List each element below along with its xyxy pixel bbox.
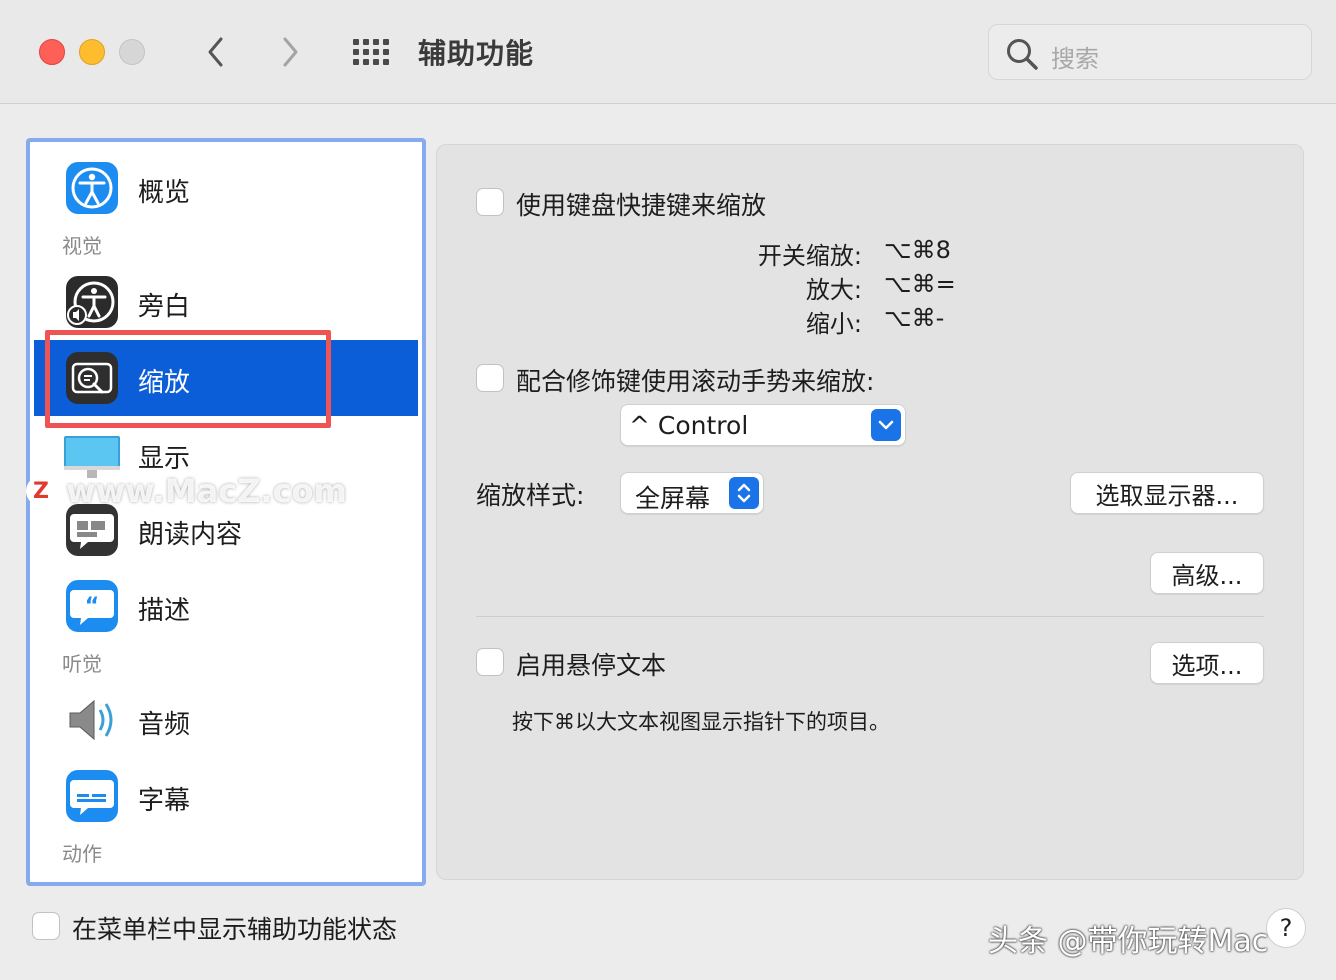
scroll-gesture-checkbox[interactable] xyxy=(476,364,504,392)
sidebar-item-label: 概览 xyxy=(138,178,191,208)
show-all-grid-icon[interactable] xyxy=(350,36,390,68)
divider xyxy=(476,616,1264,617)
speech-bubble-icon xyxy=(66,504,118,556)
minimize-window-button[interactable] xyxy=(79,39,105,65)
menubar-status-label: 在菜单栏中显示辅助功能状态 xyxy=(72,915,398,944)
search-icon xyxy=(1007,39,1038,70)
sidebar-item-zoom[interactable]: 缩放 xyxy=(34,340,418,416)
section-hearing: 听觉 xyxy=(62,652,102,676)
hover-options-button[interactable]: 选项... xyxy=(1150,642,1264,684)
sidebar-item-label: 音频 xyxy=(138,710,191,740)
shortcut-toggle-keys: ⌥⌘8 xyxy=(884,236,951,264)
help-button[interactable]: ? xyxy=(1266,908,1306,948)
back-button[interactable] xyxy=(196,30,236,74)
forward-button[interactable] xyxy=(270,30,310,74)
sidebar-item-captions[interactable]: 字幕 xyxy=(34,758,418,834)
zoom-icon xyxy=(66,352,118,404)
section-motor: 动作 xyxy=(62,842,102,866)
shortcut-zoom-out-label: 缩小: xyxy=(805,310,862,338)
scroll-gesture-label: 配合修饰键使用滚动手势来缩放: xyxy=(516,367,875,396)
sidebar-item-label: 缩放 xyxy=(138,368,191,398)
close-window-button[interactable] xyxy=(39,39,65,65)
zoom-window-button[interactable] xyxy=(119,39,145,65)
voiceover-icon xyxy=(66,276,118,328)
zoom-style-label: 缩放样式: xyxy=(476,481,585,510)
title-bar: 辅助功能 搜索 xyxy=(0,0,1336,104)
menubar-status-checkbox[interactable] xyxy=(32,912,60,940)
accessibility-icon xyxy=(66,162,118,214)
speaker-icon xyxy=(69,699,113,741)
sidebar-item-overview[interactable]: 概览 xyxy=(34,150,418,226)
advanced-button[interactable]: 高级... xyxy=(1150,552,1264,594)
credit-watermark: 头条 @带你玩转Mac xyxy=(988,924,1269,959)
choose-display-button[interactable]: 选取显示器... xyxy=(1070,472,1264,514)
sidebar[interactable]: 概览 视觉 旁白 缩放 显示 朗读内容 “ 描述 听觉 音频 字幕 动作 xyxy=(26,138,426,886)
sidebar-item-label: 描述 xyxy=(138,596,191,626)
watermark-text: www.MacZ.com xyxy=(66,472,347,510)
shortcut-toggle-label: 开关缩放: xyxy=(757,242,862,270)
svg-text:“: “ xyxy=(85,594,99,619)
quote-bubble-icon: “ xyxy=(66,580,118,632)
captions-icon xyxy=(66,770,118,822)
sidebar-item-label: 朗读内容 xyxy=(138,520,243,550)
sidebar-item-label: 旁白 xyxy=(138,292,191,322)
sidebar-item-audio[interactable]: 音频 xyxy=(34,682,418,758)
zoom-style-select[interactable]: 全屏幕 xyxy=(620,472,764,514)
modifier-key-select[interactable]: ^ Control xyxy=(620,404,906,446)
window-title: 辅助功能 xyxy=(418,37,535,70)
section-vision: 视觉 xyxy=(62,234,102,258)
zoom-style-value: 全屏幕 xyxy=(635,484,711,513)
shortcut-zoom-in-label: 放大: xyxy=(805,276,862,304)
sidebar-item-voiceover[interactable]: 旁白 xyxy=(34,264,418,340)
up-down-arrows-icon xyxy=(729,477,759,509)
hover-text-checkbox[interactable] xyxy=(476,648,504,676)
hover-text-hint: 按下⌘以大文本视图显示指针下的项目。 xyxy=(512,710,890,734)
shortcut-zoom-in-keys: ⌥⌘= xyxy=(884,270,956,298)
search-placeholder: 搜索 xyxy=(1051,45,1099,73)
keyboard-shortcuts-checkbox[interactable] xyxy=(476,188,504,216)
shortcut-zoom-out-keys: ⌥⌘- xyxy=(884,304,945,332)
chevron-left-icon xyxy=(208,37,223,67)
watermark-logo: Z xyxy=(26,476,56,506)
hover-text-label: 启用悬停文本 xyxy=(516,651,667,680)
sidebar-item-label: 显示 xyxy=(138,444,191,474)
modifier-key-value: ^ Control xyxy=(629,411,749,440)
search-input[interactable]: 搜索 xyxy=(988,24,1312,80)
keyboard-shortcuts-label: 使用键盘快捷键来缩放 xyxy=(516,191,767,220)
chevron-down-icon xyxy=(871,409,901,441)
chevron-right-icon xyxy=(283,37,298,67)
sidebar-item-descriptions[interactable]: “ 描述 xyxy=(34,568,418,644)
sidebar-item-label: 字幕 xyxy=(138,786,191,816)
